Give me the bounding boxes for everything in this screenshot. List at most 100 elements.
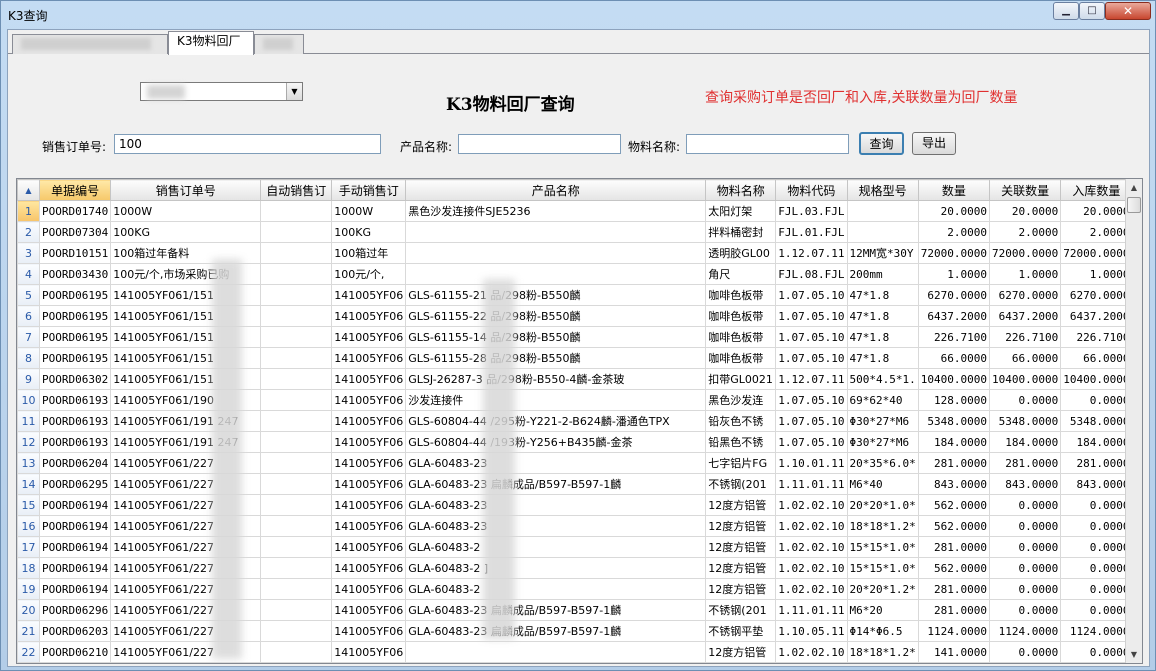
table-row[interactable]: 4 POORD03430 100元/个,市场采购已购 100元/个, 角尺 FJL.08.… — [17, 263, 1133, 285]
row-number[interactable]: 12 — [17, 431, 40, 453]
row-number[interactable]: 23 — [17, 662, 40, 663]
table-row[interactable]: 12 POORD06193 141005YF061/191 247 141005YF0… — [17, 431, 1133, 453]
table-cell[interactable] — [405, 263, 707, 285]
sort-icon[interactable]: ▲ — [17, 179, 40, 201]
row-number[interactable]: 17 — [17, 536, 40, 558]
table-cell[interactable]: 1.02.02.10 — [775, 557, 848, 579]
table-cell[interactable]: 1.0000 — [1060, 263, 1133, 285]
table-row[interactable]: 23POORD06210141005YF061/227. 141005YF06 12… — [17, 662, 1133, 663]
table-cell[interactable]: 0.0000 — [988, 662, 1062, 663]
row-number[interactable]: 20 — [17, 599, 40, 621]
table-cell[interactable]: 0.0000 — [1060, 494, 1133, 516]
table-cell[interactable]: 141005YF06 — [331, 641, 407, 663]
table-cell[interactable]: 5348.0000 — [988, 410, 1062, 432]
table-cell[interactable]: 18*18*1.2* — [846, 515, 919, 537]
table-cell[interactable] — [260, 578, 333, 600]
table-row[interactable]: 6 POORD06195 141005YF061/151 141005YF06 GLS-… — [17, 305, 1133, 327]
table-cell[interactable]: FJL.03.FJL — [775, 200, 848, 222]
table-cell[interactable]: POORD06195 — [38, 347, 112, 369]
table-cell[interactable]: 843.0000 — [988, 473, 1062, 495]
table-cell[interactable]: 141005YF06 — [331, 557, 407, 579]
table-row[interactable]: 1 POORD01740 1000W 1000W 黑色沙发连接件SJE5236 太阳灯架 F… — [17, 200, 1133, 222]
table-cell[interactable]: 0.0000 — [1060, 662, 1133, 663]
table-cell[interactable]: 562.0000 — [917, 557, 990, 579]
table-cell[interactable]: 69*62*40 — [846, 389, 919, 411]
table-cell[interactable]: 72000.0000 — [988, 242, 1062, 264]
table-cell[interactable]: 七字铝片FG — [705, 452, 777, 474]
table-cell[interactable] — [405, 242, 707, 264]
row-number[interactable]: 4 — [17, 263, 40, 285]
row-number[interactable]: 16 — [17, 515, 40, 537]
table-cell[interactable]: GLA-60483-23 — [405, 515, 707, 537]
title-bar[interactable]: K3查询 ▁ □ ✕ — [1, 1, 1155, 27]
row-number[interactable]: 5 — [17, 284, 40, 306]
table-cell[interactable]: 141005YF061/227. — [110, 662, 262, 663]
table-cell[interactable] — [260, 641, 333, 663]
table-cell[interactable]: 1.11.01.11 — [775, 473, 848, 495]
table-cell[interactable]: M6*20 — [846, 599, 919, 621]
table-row[interactable]: 18 POORD06194 141005YF061/227 141005YF06 GLA… — [17, 557, 1133, 579]
table-cell[interactable] — [260, 452, 333, 474]
material-name-input[interactable] — [686, 134, 849, 154]
table-cell[interactable]: Φ30*27*M6 — [846, 431, 919, 453]
table-cell[interactable]: 6437.2000 — [988, 305, 1062, 327]
table-cell[interactable]: POORD06193 — [38, 431, 112, 453]
table-cell[interactable]: 拌料桶密封 — [705, 221, 777, 243]
table-cell[interactable]: GLS-61155-28 品/298粉-B550麟 — [405, 347, 707, 369]
table-cell[interactable]: 20*20*1.2* — [846, 578, 919, 600]
table-cell[interactable]: 100箱过年 — [331, 242, 407, 264]
table-cell[interactable]: 20*35*6.0* — [846, 452, 919, 474]
table-cell[interactable]: 100元/个, — [331, 263, 407, 285]
table-cell[interactable]: FJL.08.FJL — [775, 263, 848, 285]
table-cell[interactable]: 12度方铝管 — [705, 557, 777, 579]
table-cell[interactable]: GLA-60483-23 — [405, 494, 707, 516]
table-cell[interactable]: 15*15*1.0* — [846, 557, 919, 579]
table-cell[interactable]: 5348.0000 — [917, 410, 990, 432]
table-row[interactable]: 16 POORD06194 141005YF061/227 141005YF06 GLA… — [17, 515, 1133, 537]
row-number[interactable]: 19 — [17, 578, 40, 600]
table-cell[interactable]: 6437.2000 — [1060, 305, 1133, 327]
table-cell[interactable]: 不锈钢(201 — [705, 473, 777, 495]
maximize-button[interactable]: □ — [1079, 2, 1105, 20]
table-cell[interactable]: 562.0000 — [917, 515, 990, 537]
table-cell[interactable]: 226.7100 — [1060, 326, 1133, 348]
table-cell[interactable]: 141005YF06 — [331, 389, 407, 411]
table-cell[interactable]: 281.0000 — [1060, 452, 1133, 474]
table-cell[interactable] — [260, 557, 333, 579]
table-cell[interactable] — [260, 284, 333, 306]
table-cell[interactable] — [260, 410, 333, 432]
row-number[interactable]: 10 — [17, 389, 40, 411]
table-cell[interactable] — [405, 221, 707, 243]
row-number[interactable]: 14 — [17, 473, 40, 495]
table-cell[interactable]: GLA-60483-2 — [405, 536, 707, 558]
table-cell[interactable]: 0.0000 — [988, 599, 1062, 621]
table-cell[interactable]: 黑色沙发连 — [705, 389, 777, 411]
table-cell[interactable]: 2.0000 — [988, 221, 1062, 243]
table-cell[interactable]: GLA-60483-23 扁麟成品/B597-B597-1麟 — [405, 620, 707, 642]
table-cell[interactable]: 66.0000 — [1060, 347, 1133, 369]
table-cell[interactable]: POORD06210 — [38, 641, 112, 663]
table-cell[interactable]: 843.0000 — [917, 473, 990, 495]
table-cell[interactable]: GLA-60483-23 — [405, 452, 707, 474]
row-number[interactable]: 21 — [17, 620, 40, 642]
table-cell[interactable]: 141005YF06 — [331, 326, 407, 348]
chevron-down-icon[interactable]: ▼ — [286, 83, 302, 100]
table-cell[interactable]: 0.0000 — [988, 536, 1062, 558]
table-cell[interactable]: POORD06194 — [38, 536, 112, 558]
table-cell[interactable] — [260, 473, 333, 495]
table-cell[interactable]: 20*20*1.0* — [846, 662, 919, 663]
table-cell[interactable]: 6270.0000 — [1060, 284, 1133, 306]
table-cell[interactable]: 0.0000 — [988, 389, 1062, 411]
table-cell[interactable]: 72000.0000 — [917, 242, 990, 264]
table-cell[interactable]: POORD06194 — [38, 557, 112, 579]
table-cell[interactable]: 1.10.05.11 — [775, 620, 848, 642]
row-number[interactable]: 1 — [17, 200, 40, 222]
table-cell[interactable]: 141.0000 — [917, 641, 990, 663]
table-cell[interactable]: 141005YF06 — [331, 578, 407, 600]
table-cell[interactable]: 500*4.5*1. — [846, 368, 919, 390]
dropdown-select[interactable]: ▼ — [140, 82, 303, 101]
table-cell[interactable]: 0.0000 — [1060, 641, 1133, 663]
table-cell[interactable]: POORD06193 — [38, 410, 112, 432]
table-cell[interactable]: 12度方铝管 — [705, 494, 777, 516]
table-cell[interactable]: POORD03430 — [38, 263, 112, 285]
